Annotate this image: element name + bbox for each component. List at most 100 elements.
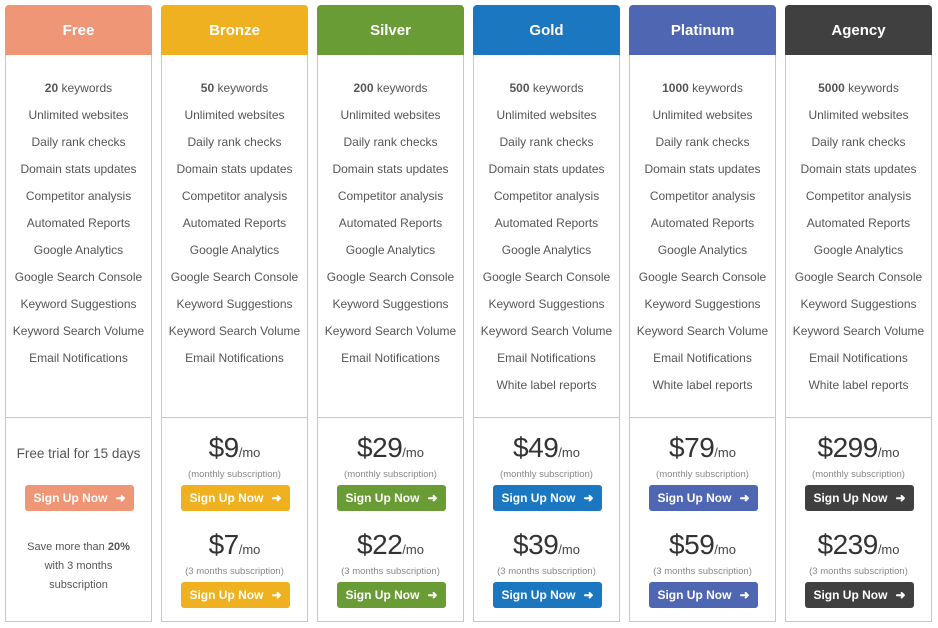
feature-item: Automated Reports xyxy=(806,216,911,230)
monthly-price: $9/mo xyxy=(162,432,307,464)
monthly-label: (monthly subscription) xyxy=(500,469,593,480)
sign-up-monthly-button[interactable]: Sign Up Now ➜ xyxy=(805,485,914,511)
feature-item: Keyword Suggestions xyxy=(644,297,761,311)
quarterly-label: (3 months subscription) xyxy=(497,566,596,577)
sign-up-monthly-button[interactable]: Sign Up Now ➜ xyxy=(337,485,446,511)
sign-up-monthly-button[interactable]: Sign Up Now ➜ xyxy=(649,485,758,511)
plan-header: Gold xyxy=(473,5,620,55)
quarterly-label: (3 months subscription) xyxy=(341,566,440,577)
plan-name: Gold xyxy=(529,21,564,39)
quarterly-price-period: /mo xyxy=(402,542,424,557)
feature-keywords: 50 keywords xyxy=(200,81,269,95)
sign-up-quarterly-button[interactable]: Sign Up Now ➜ xyxy=(337,582,446,608)
arrow-right-icon: ➜ xyxy=(739,491,750,505)
sign-up-quarterly-button[interactable]: Sign Up Now ➜ xyxy=(649,582,758,608)
feature-item: Automated Reports xyxy=(26,216,131,230)
sign-up-monthly-button[interactable]: Sign Up Now ➜ xyxy=(181,485,290,511)
quarterly-price-amount: $7 xyxy=(208,529,240,560)
feature-item: Daily rank checks xyxy=(499,135,594,149)
feature-item: Google Analytics xyxy=(657,243,748,257)
feature-item: White label reports xyxy=(808,378,909,392)
feature-item: Unlimited websites xyxy=(28,108,129,122)
monthly-price: $49/mo xyxy=(474,432,619,464)
feature-item: Keyword Suggestions xyxy=(176,297,293,311)
monthly-price-period: /mo xyxy=(238,445,261,460)
feature-item: Domain stats updates xyxy=(20,162,137,176)
feature-list: 200 keywords Unlimited websites Daily rank… xyxy=(318,78,463,375)
plan-header: Silver xyxy=(317,5,464,55)
arrow-right-icon: ➜ xyxy=(115,491,126,505)
trial-text: Free trial for 15 days xyxy=(16,446,141,461)
button-label: Sign Up Now xyxy=(345,588,420,602)
plan-name: Free xyxy=(62,21,95,39)
keyword-count: 500 xyxy=(509,81,530,95)
plan-body: 500 keywords Unlimited websites Daily rank… xyxy=(473,55,620,622)
sign-up-quarterly-button[interactable]: Sign Up Now ➜ xyxy=(805,582,914,608)
feature-item: Google Search Console xyxy=(794,270,923,284)
arrow-right-icon: ➜ xyxy=(739,588,750,602)
monthly-price-amount: $29 xyxy=(357,432,403,463)
quarterly-price: $39/mo xyxy=(474,529,619,561)
feature-keywords: 5000 keywords xyxy=(818,81,899,95)
feature-item: Google Analytics xyxy=(501,243,592,257)
button-label: Sign Up Now xyxy=(657,588,732,602)
sign-up-quarterly-button[interactable]: Sign Up Now ➜ xyxy=(181,582,290,608)
feature-item: Email Notifications xyxy=(29,351,128,365)
feature-item: Email Notifications xyxy=(809,351,908,365)
keyword-count: 20 xyxy=(44,81,59,95)
feature-item: Keyword Search Volume xyxy=(480,324,613,338)
monthly-price-period: /mo xyxy=(714,445,736,460)
monthly-price: $79/mo xyxy=(630,432,775,464)
plan-header: Agency xyxy=(785,5,932,55)
quarterly-price: $22/mo xyxy=(318,529,463,561)
save-note: Save more than 20% with 3 months subscri… xyxy=(6,538,151,595)
sign-up-quarterly-button[interactable]: Sign Up Now ➜ xyxy=(493,582,602,608)
monthly-price-period: /mo xyxy=(402,445,424,460)
feature-item: White label reports xyxy=(652,378,753,392)
button-label: Sign Up Now xyxy=(189,491,264,505)
sign-up-monthly-button[interactable]: Sign Up Now ➜ xyxy=(493,485,602,511)
feature-item: Automated Reports xyxy=(494,216,599,230)
plan-body: 5000 keywords Unlimited websites Daily ran… xyxy=(785,55,932,622)
monthly-label: (monthly subscription) xyxy=(656,469,749,480)
monthly-price: $299/mo xyxy=(786,432,931,464)
plan-platinum: Platinum 1000 keywords Unlimited websites… xyxy=(629,5,776,622)
plan-silver: Silver 200 keywords Unlimited websites Dai… xyxy=(317,5,464,622)
feature-item: Email Notifications xyxy=(653,351,752,365)
feature-item: Competitor analysis xyxy=(805,189,912,203)
pricing-section: $299/mo (monthly subscription) Sign Up N… xyxy=(786,418,931,621)
quarterly-price-amount: $59 xyxy=(669,529,715,560)
feature-list: 5000 keywords Unlimited websites Daily ran… xyxy=(786,78,931,402)
feature-item: Daily rank checks xyxy=(655,135,750,149)
quarterly-label: (3 months subscription) xyxy=(653,566,752,577)
feature-item: Competitor analysis xyxy=(493,189,600,203)
button-label: Sign Up Now xyxy=(189,588,264,602)
feature-list: 50 keywords Unlimited websites Daily rank … xyxy=(162,78,307,375)
plan-header: Bronze xyxy=(161,5,308,55)
button-label: Sign Up Now xyxy=(345,491,420,505)
save-percent: 20% xyxy=(107,541,130,553)
sign-up-button[interactable]: Sign Up Now ➜ xyxy=(25,485,134,511)
feature-item: Keyword Suggestions xyxy=(20,297,137,311)
feature-item: Google Analytics xyxy=(33,243,124,257)
quarterly-price: $7/mo xyxy=(162,529,307,561)
feature-item: Keyword Suggestions xyxy=(488,297,605,311)
arrow-right-icon: ➜ xyxy=(271,588,282,602)
plan-free: Free 20 keywords Unlimited websites Daily … xyxy=(5,5,152,622)
feature-item: Keyword Suggestions xyxy=(800,297,917,311)
plan-agency: Agency 5000 keywords Unlimited websites Da… xyxy=(785,5,932,622)
monthly-price-amount: $79 xyxy=(669,432,715,463)
pricing-section: $79/mo (monthly subscription) Sign Up No… xyxy=(630,418,775,621)
save-line-3: subscription xyxy=(49,579,108,591)
feature-item: Unlimited websites xyxy=(340,108,441,122)
feature-item: Automated Reports xyxy=(650,216,755,230)
monthly-price-amount: $49 xyxy=(513,432,559,463)
feature-item: Google Analytics xyxy=(813,243,904,257)
feature-keywords: 1000 keywords xyxy=(662,81,743,95)
feature-item: Domain stats updates xyxy=(176,162,293,176)
feature-item: Daily rank checks xyxy=(187,135,282,149)
feature-item: Email Notifications xyxy=(341,351,440,365)
button-label: Sign Up Now xyxy=(501,491,576,505)
arrow-right-icon: ➜ xyxy=(427,588,438,602)
feature-item: Domain stats updates xyxy=(488,162,605,176)
